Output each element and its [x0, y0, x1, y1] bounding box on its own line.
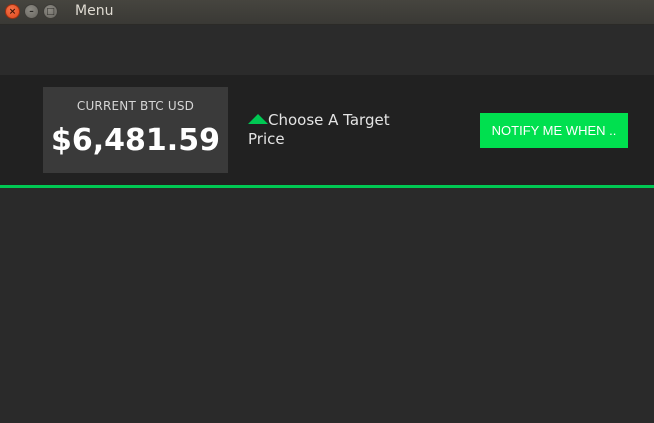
up-triangle-icon: [248, 114, 268, 124]
window-title: Menu: [75, 3, 114, 19]
content-area: [0, 188, 654, 423]
close-icon: ×: [8, 7, 17, 17]
window-minimize-button[interactable]: –: [24, 4, 39, 19]
top-spacer: [0, 25, 654, 75]
window-maximize-button[interactable]: □: [43, 4, 58, 19]
minimize-icon: –: [29, 7, 34, 17]
window-close-button[interactable]: ×: [5, 4, 20, 19]
target-price-prompt[interactable]: Choose A Target Price: [248, 111, 423, 149]
notify-me-button[interactable]: NOTIFY ME WHEN ..: [480, 113, 628, 148]
current-price-label: CURRENT BTC USD: [76, 99, 195, 113]
maximize-icon: □: [46, 7, 55, 17]
window-titlebar: × – □ Menu: [0, 0, 654, 25]
price-panel: CURRENT BTC USD $6,481.59 Choose A Targe…: [0, 75, 654, 185]
target-price-text: Choose A Target Price: [248, 111, 390, 148]
current-price-value: $6,481.59: [51, 123, 220, 158]
current-price-box: CURRENT BTC USD $6,481.59: [43, 87, 228, 173]
